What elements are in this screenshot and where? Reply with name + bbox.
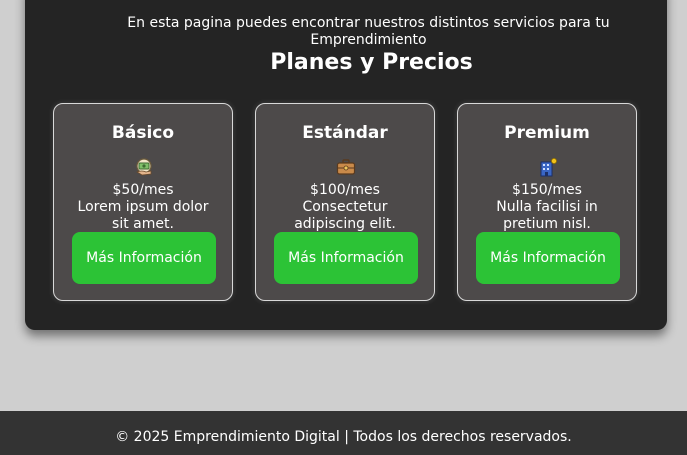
footer-text: © 2025 Emprendimiento Digital | Todos lo… <box>115 429 572 445</box>
building-icon <box>538 157 558 177</box>
plan-description: Nulla facilisi in pretium nisl. <box>496 199 598 232</box>
briefcase-icon <box>336 157 356 177</box>
plan-card-premium: Premium $150/mes Nulla facilisi in preti… <box>457 103 637 301</box>
intro-text: En esta pagina puedes encontrar nuestros… <box>127 15 610 48</box>
plan-title: Estándar <box>302 123 388 143</box>
plan-card-basico: Básico $50/mes Lorem ipsum dolor sit ame… <box>53 103 233 301</box>
plan-description: Lorem ipsum dolor sit amet. <box>77 199 209 232</box>
plan-description: Consectetur adipiscing elit. <box>294 199 396 232</box>
plan-card-estandar: Estándar $100/mes Consectetur adipiscing… <box>255 103 435 301</box>
money-hand-icon <box>134 157 154 177</box>
plan-title: Básico <box>111 123 175 143</box>
more-info-button[interactable]: Más Información <box>476 232 620 284</box>
plan-title: Premium <box>504 123 590 143</box>
more-info-button[interactable]: Más Información <box>274 232 418 284</box>
plan-price: $100/mes <box>310 182 380 198</box>
plan-price: $50/mes <box>112 182 174 198</box>
section-title: Planes y Precios <box>270 50 473 75</box>
plan-price: $150/mes <box>512 182 582 198</box>
plans-panel: En esta pagina puedes encontrar nuestros… <box>25 0 667 330</box>
footer: © 2025 Emprendimiento Digital | Todos lo… <box>0 411 687 455</box>
more-info-button[interactable]: Más Información <box>72 232 216 284</box>
